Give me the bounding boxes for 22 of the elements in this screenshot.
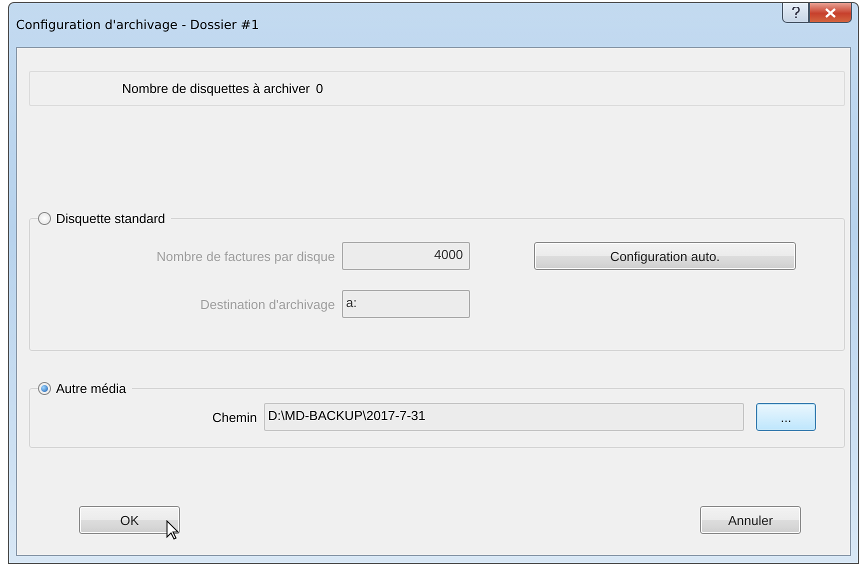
radio-button[interactable] (38, 212, 51, 225)
radio-label: Autre média (56, 381, 126, 396)
cursor-icon (166, 520, 179, 540)
text-field[interactable]: D:\MD-BACKUP\2017-7-31 (264, 403, 744, 431)
info-value: 0 (316, 81, 324, 96)
browse-button[interactable]: ... (756, 403, 816, 431)
field-label: Chemin (211, 410, 258, 424)
info-label: Nombre de disquettes à archiver (122, 81, 310, 96)
field-label: Nombre de factures par disque (156, 248, 336, 264)
ok-button[interactable]: OK (79, 506, 180, 534)
radio-label: Disquette standard (56, 211, 166, 226)
cancel-button[interactable]: Annuler (700, 506, 801, 534)
radio-button[interactable] (38, 382, 51, 395)
radio-option[interactable]: Autre média (38, 381, 132, 396)
radio-option[interactable]: Disquette standard (38, 211, 172, 226)
close-icon (825, 8, 836, 18)
auto-config-button[interactable]: Configuration auto. (534, 242, 796, 270)
help-button[interactable] (782, 3, 809, 23)
close-button[interactable] (809, 3, 852, 23)
help-icon (792, 6, 800, 18)
field-label: Destination d'archivage (199, 296, 336, 312)
window-title: Configuration d'archivage - Dossier #1 (16, 17, 260, 32)
